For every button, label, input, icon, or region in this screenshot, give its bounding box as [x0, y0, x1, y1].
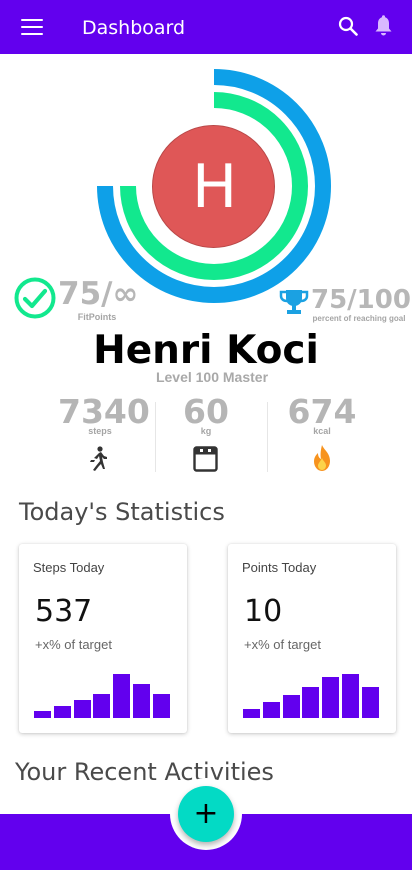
- goal-value: 75/100: [311, 285, 411, 315]
- check-circle-icon: [14, 277, 56, 319]
- weight-unit: kg: [200, 426, 212, 436]
- chart-bar: [302, 687, 320, 718]
- stat-divider: [267, 402, 268, 472]
- card-subtitle: +x% of target: [35, 637, 112, 652]
- trophy-icon: [279, 290, 309, 314]
- calories-value: 674: [287, 392, 357, 431]
- running-icon: [90, 446, 107, 471]
- plus-icon: +: [193, 796, 219, 831]
- fire-icon: [314, 445, 330, 471]
- card-title: Points Today: [242, 560, 317, 575]
- card-value: 537: [35, 594, 93, 629]
- bell-icon[interactable]: [373, 15, 394, 37]
- fitpoints-label: FitPoints: [77, 312, 117, 322]
- points-bar-chart: [243, 662, 381, 718]
- steps-today-card[interactable]: Steps Today 537 +x% of target: [19, 544, 187, 733]
- weight-stat: 60 kg: [166, 392, 246, 437]
- weight-value: 60: [183, 392, 229, 431]
- chart-bar: [73, 700, 91, 718]
- card-value: 10: [244, 594, 283, 629]
- chart-bar: [262, 702, 280, 718]
- points-today-card[interactable]: Points Today 10 +x% of target: [228, 544, 396, 733]
- chart-bar: [152, 694, 170, 718]
- chart-bar: [342, 674, 359, 718]
- chart-bar: [34, 711, 51, 718]
- chart-bar: [113, 674, 131, 718]
- scale-icon: [193, 446, 218, 472]
- calories-stat: 674 kcal: [280, 392, 364, 437]
- chart-bar: [133, 684, 150, 718]
- menu-icon[interactable]: [21, 19, 43, 35]
- chart-bar: [243, 709, 260, 718]
- todays-statistics-title: Today's Statistics: [19, 498, 225, 526]
- chart-bar: [322, 677, 340, 718]
- goal-label: percent of reaching goal: [312, 314, 406, 323]
- add-activity-button[interactable]: +: [178, 786, 234, 842]
- chart-bar: [361, 687, 379, 718]
- page-title: Dashboard: [82, 17, 186, 39]
- user-level: Level 100 Master: [155, 369, 269, 385]
- user-name: Henri Koci: [93, 328, 319, 373]
- search-icon[interactable]: [338, 16, 358, 36]
- card-title: Steps Today: [33, 560, 105, 575]
- stat-divider: [155, 402, 156, 472]
- chart-bar: [53, 706, 71, 718]
- avatar[interactable]: H: [152, 125, 275, 248]
- recent-activities-title: Your Recent Activities: [15, 758, 274, 786]
- steps-value: 7340: [58, 392, 150, 431]
- chart-bar: [93, 694, 111, 718]
- card-subtitle: +x% of target: [244, 637, 321, 652]
- avatar-initial: H: [191, 152, 238, 222]
- steps-stat: 7340 steps: [58, 392, 150, 437]
- chart-bar: [282, 695, 300, 718]
- app-bar: Dashboard: [0, 0, 412, 54]
- steps-bar-chart: [34, 662, 172, 718]
- fitpoints-value: 75/∞: [58, 276, 139, 312]
